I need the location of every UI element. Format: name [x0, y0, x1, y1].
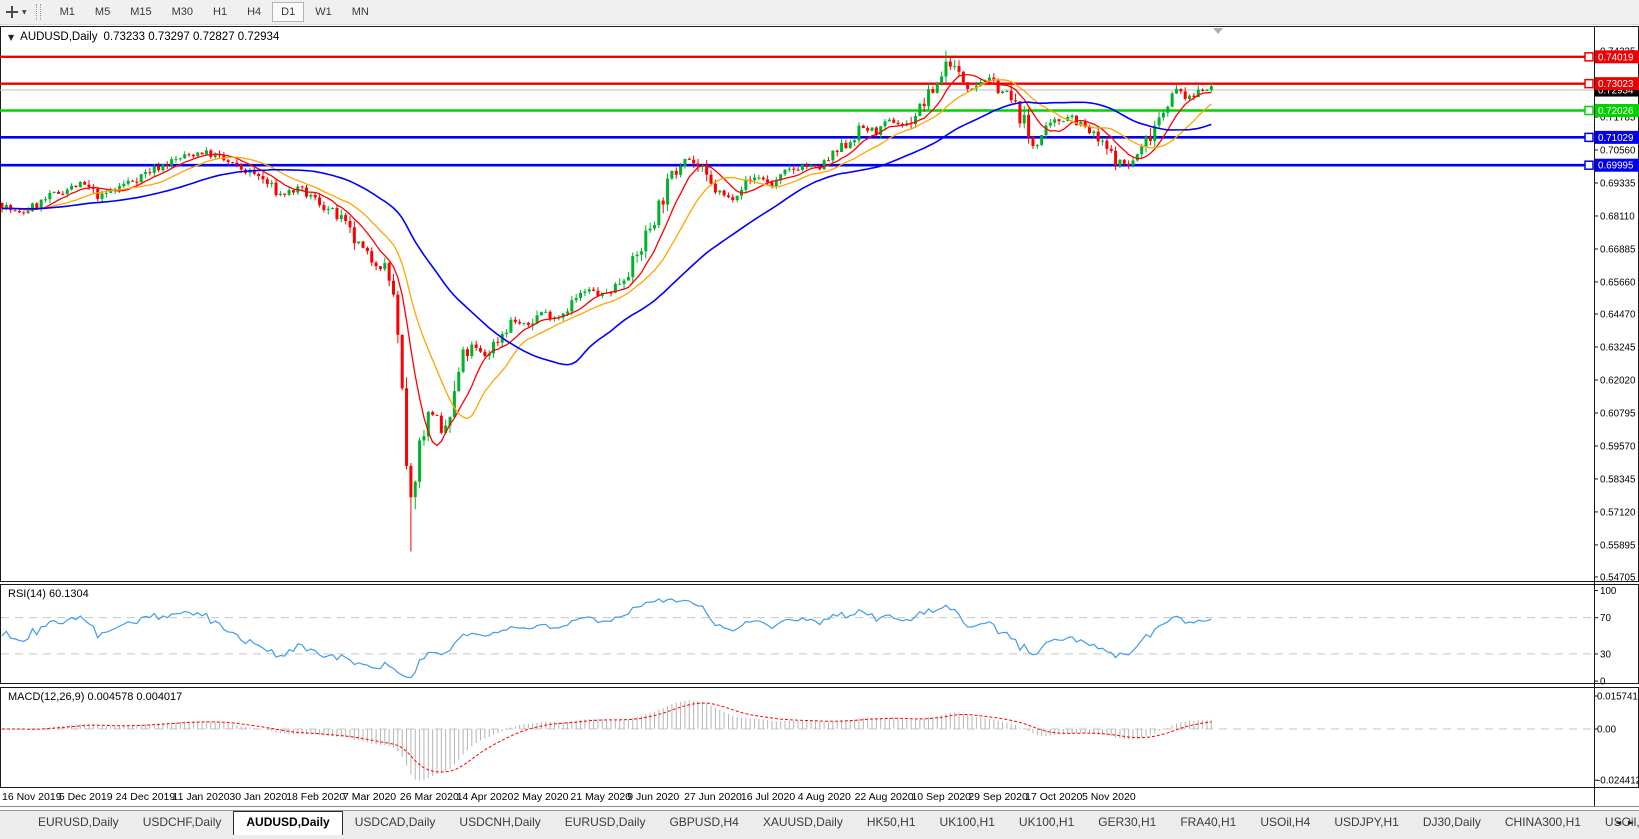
chart-canvas[interactable]: 0.742350.717850.705600.693350.681100.668… — [0, 0, 1639, 838]
price-tick-label: 0.70560 — [1600, 145, 1636, 156]
price-tick-label: 0.59570 — [1600, 441, 1636, 452]
tabbar-scroll-arrows: ◄ ► — [1611, 818, 1634, 827]
level-drag-handle[interactable] — [1584, 105, 1594, 116]
date-tick-label: 14 Apr 2020 — [457, 791, 514, 803]
symbol-tab-usdcad-daily[interactable]: USDCAD,Daily — [343, 811, 448, 834]
rsi-tick-label: 100 — [1600, 586, 1617, 597]
symbol-tab-eurusd-daily[interactable]: EURUSD,Daily — [553, 811, 658, 834]
date-tick-label: 16 Jul 2020 — [741, 791, 795, 803]
date-tick-label: 4 Aug 2020 — [798, 791, 851, 803]
date-tick-label: 7 Mar 2020 — [343, 791, 396, 803]
timeframe-button-h4[interactable]: H4 — [238, 2, 270, 22]
timeframe-button-mn[interactable]: MN — [343, 2, 378, 22]
crosshair-tool-icon[interactable] — [5, 5, 19, 19]
date-tick-label: 16 Nov 2019 — [2, 791, 62, 803]
macd-tick-label: -0.024412 — [1597, 776, 1639, 787]
rsi-pane — [0, 584, 1639, 684]
chart-panes — [0, 26, 1639, 807]
symbol-tab-uk100-h1[interactable]: UK100,H1 — [1007, 811, 1086, 834]
date-tick-label: 24 Dec 2019 — [116, 791, 176, 803]
price-tick-label: 0.60795 — [1600, 408, 1636, 419]
price-tick-label: 0.64470 — [1600, 309, 1636, 320]
symbol-tabbar: EURUSD,Daily USDCHF,Daily AUDUSD,Daily USDC… — [0, 810, 1639, 839]
rsi-tick-label: 30 — [1600, 649, 1611, 660]
date-tick-label: 21 May 2020 — [570, 791, 631, 803]
symbol-tab-fra40-h1[interactable]: FRA40,H1 — [1168, 811, 1248, 834]
price-tick-label: 0.58345 — [1600, 474, 1636, 485]
symbol-tab-gbpusd-h4[interactable]: GBPUSD,H4 — [657, 811, 750, 834]
rsi-tick-label: 0 — [1600, 677, 1606, 688]
date-tick-label: 11 Jan 2020 — [173, 791, 230, 803]
symbol-tab-china300-h1[interactable]: CHINA300,H1 — [1493, 811, 1593, 834]
chart-title: ▼ AUDUSD,Daily 0.73233 0.73297 0.72827 0… — [8, 31, 279, 43]
macd-pane — [0, 687, 1639, 788]
timeframe-button-m5[interactable]: M5 — [86, 2, 119, 22]
timeframe-button-w1[interactable]: W1 — [306, 2, 341, 22]
date-tick-label: 5 Dec 2019 — [59, 791, 113, 803]
symbol-tab-eurusd-daily[interactable]: EURUSD,Daily — [26, 811, 131, 834]
price-tick-label: 0.66885 — [1600, 244, 1636, 255]
price-tick-label: 0.54705 — [1600, 572, 1636, 583]
rsi-indicator-label: RSI(14) 60.1304 — [8, 588, 89, 600]
date-tick-label: 29 Sep 2020 — [968, 791, 1028, 803]
macd-tick-label: 0.015741 — [1597, 692, 1638, 703]
timeframe-button-m1[interactable]: M1 — [51, 2, 84, 22]
timeframe-button-group: M1 M5 M15 M30 H1 H4 D1 W1 MN — [50, 2, 379, 22]
price-tick-label: 0.65660 — [1600, 277, 1636, 288]
symbol-tab-usdjpy-h1[interactable]: USDJPY,H1 — [1322, 811, 1410, 834]
price-tick-label: 0.62020 — [1600, 375, 1636, 386]
symbol-tab-usoil-h4[interactable]: USOil,H4 — [1248, 811, 1322, 834]
level-drag-handle[interactable] — [1584, 52, 1594, 62]
collapse-chart-icon[interactable]: ▼ — [8, 33, 14, 42]
level-price-text: 0.72026 — [1598, 106, 1634, 117]
timeframe-button-h1[interactable]: H1 — [204, 2, 236, 22]
price-tick-label: 0.68110 — [1600, 211, 1635, 222]
macd-tick-label: 0.00 — [1597, 725, 1617, 736]
level-price-text: 0.73023 — [1598, 79, 1634, 90]
date-tick-label: 17 Oct 2020 — [1025, 791, 1082, 803]
date-tick-label: 5 Nov 2020 — [1082, 791, 1136, 803]
symbol-tab-hk50-h1[interactable]: HK50,H1 — [855, 811, 928, 834]
chart-symbol-label: AUDUSD,Daily — [20, 31, 98, 43]
level-drag-handle[interactable] — [1584, 132, 1594, 143]
chevron-down-icon[interactable]: ▼ — [22, 9, 27, 16]
time-axis: 16 Nov 20195 Dec 2019 24 Dec 201911 Jan 2… — [2, 791, 1136, 803]
symbol-tab-ger30-h1[interactable]: GER30,H1 — [1086, 811, 1168, 834]
level-price-text: 0.69995 — [1598, 161, 1634, 172]
symbol-tab-uk100-h1[interactable]: UK100,H1 — [928, 811, 1007, 834]
level-price-text: 0.74019 — [1598, 52, 1633, 63]
price-tick-label: 0.69335 — [1600, 178, 1636, 189]
top-toolbar: ▼ M1 M5 M15 M30 H1 H4 D1 W1 MN — [0, 0, 1639, 25]
date-tick-label: 2 May 2020 — [514, 791, 569, 803]
tab-scroll-left-icon[interactable]: ◄ — [1615, 818, 1621, 827]
symbol-tab-usdchf-daily[interactable]: USDCHF,Daily — [131, 811, 234, 834]
price-tick-label: 0.63245 — [1600, 342, 1636, 353]
rsi-tick-label: 70 — [1600, 613, 1611, 624]
chart-ohlc-values: 0.73233 0.73297 0.72827 0.72934 — [103, 31, 280, 43]
price-tick-label: 0.55895 — [1600, 540, 1636, 551]
level-price-text: 0.71029 — [1598, 133, 1633, 144]
date-tick-label: 9 Jun 2020 — [627, 791, 679, 803]
tab-scroll-right-icon[interactable]: ► — [1628, 818, 1634, 827]
level-drag-handle[interactable] — [1584, 160, 1594, 170]
timeframe-button-m15[interactable]: M15 — [121, 2, 160, 22]
symbol-tab-usdcnh-daily[interactable]: USDCNH,Daily — [447, 811, 552, 834]
macd-indicator-label: MACD(12,26,9) 0.004578 0.004017 — [8, 691, 183, 703]
symbol-tab-xauusd-daily[interactable]: XAUUSD,Daily — [751, 811, 855, 834]
date-tick-label: 10 Sep 2020 — [911, 791, 971, 803]
price-tick-label: 0.57120 — [1600, 507, 1636, 518]
date-tick-label: 22 Aug 2020 — [855, 791, 914, 803]
symbol-tab-audusd-daily[interactable]: AUDUSD,Daily — [233, 811, 343, 835]
date-tick-label: 26 Mar 2020 — [400, 791, 459, 803]
date-tick-label: 30 Jan 2020 — [229, 791, 287, 803]
date-tick-label: 27 Jun 2020 — [684, 791, 742, 803]
symbol-tab-dj30-daily[interactable]: DJ30,Daily — [1411, 811, 1493, 834]
timeframe-button-d1[interactable]: D1 — [272, 2, 305, 22]
level-drag-handle[interactable] — [1584, 78, 1594, 89]
date-tick-label: 18 Feb 2020 — [286, 791, 345, 803]
timeframe-button-m30[interactable]: M30 — [163, 2, 202, 22]
toolbar-grip-handle[interactable] — [35, 4, 41, 20]
